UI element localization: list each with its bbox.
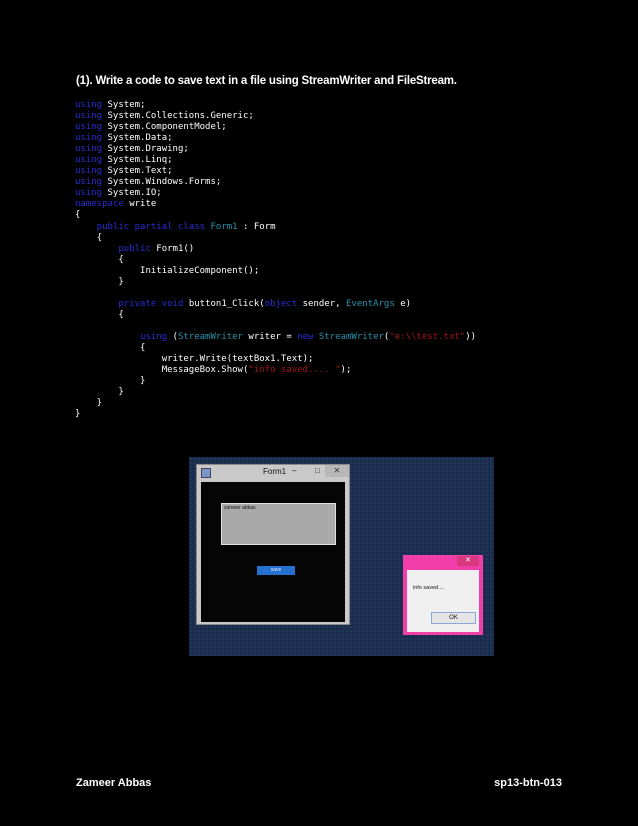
init-call: InitializeComponent();	[140, 265, 260, 276]
kw-using: using	[75, 166, 103, 177]
page-heading: (1). Write a code to save text in a file…	[76, 75, 457, 87]
param-sender: sender,	[302, 298, 341, 309]
kw-void: void	[161, 298, 184, 309]
using-line: System;	[107, 100, 146, 110]
path-literal: "e:\\test.txt"	[389, 331, 466, 342]
kw-using: using	[140, 331, 168, 342]
using-line: System.Windows.Forms;	[107, 177, 222, 188]
kw-public: public	[118, 243, 151, 254]
msg-literal: "info saved.... "	[248, 365, 341, 376]
kw-using: using	[75, 133, 103, 144]
kw-partial: partial	[134, 221, 173, 232]
kw-using: using	[75, 188, 103, 199]
kw-using: using	[75, 100, 103, 110]
save-button[interactable]: save	[257, 566, 295, 575]
write-call: writer.Write(textBox1.Text);	[161, 354, 314, 365]
using-line: System.IO;	[107, 188, 162, 199]
message-text: info saved....	[413, 585, 445, 591]
footer-author: Zameer Abbas	[76, 777, 152, 789]
kw-using: using	[75, 122, 103, 133]
using-line: System.Drawing;	[107, 144, 189, 155]
kw-using: using	[75, 144, 103, 155]
base-class: Form	[253, 221, 276, 232]
kw-new: new	[297, 331, 314, 342]
kw-class: class	[177, 221, 206, 232]
writer-decl: writer =	[248, 331, 292, 342]
param-e: e)	[400, 298, 412, 309]
message-box-body: info saved.... OK	[407, 570, 479, 632]
using-line: System.Collections.Generic;	[107, 111, 254, 122]
form1-titlebar: Form1 – □ ✕	[197, 465, 349, 481]
kw-using: using	[75, 111, 103, 122]
footer-id: sp13-btn-013	[494, 777, 562, 789]
close-icon[interactable]: ✕	[457, 556, 479, 566]
maximize-icon[interactable]: □	[315, 466, 320, 475]
kw-private: private	[118, 298, 157, 309]
type-streamwriter: StreamWriter	[177, 331, 243, 342]
kw-object: object	[264, 298, 298, 309]
form1-window: Form1 – □ ✕ zameer abbas save	[196, 464, 350, 625]
using-line: System.ComponentModel;	[107, 122, 227, 133]
close-paren: );	[340, 365, 352, 376]
ok-button[interactable]: OK	[431, 612, 476, 624]
class-name: Form1	[210, 221, 238, 232]
ctor-decl: Form1()	[156, 243, 195, 254]
using-line: System.Data;	[107, 133, 173, 144]
using-line: System.Linq;	[107, 155, 173, 166]
kw-namespace: namespace	[75, 199, 124, 210]
namespace-name: write	[129, 199, 157, 210]
form1-client-area: zameer abbas save	[201, 482, 345, 622]
kw-public: public	[96, 221, 130, 232]
using-line: System.Text;	[107, 166, 173, 177]
window-title: Form1	[263, 467, 287, 476]
close-icon[interactable]: ✕	[325, 465, 349, 477]
type-eventargs: EventArgs	[345, 298, 395, 309]
app-icon	[201, 468, 211, 478]
app-screenshot: Form1 – □ ✕ zameer abbas save ✕ info sav…	[189, 457, 494, 656]
method-name: button1_Click(	[188, 298, 265, 309]
minimize-icon[interactable]: –	[292, 466, 296, 475]
msgbox-call: MessageBox.Show(	[161, 365, 249, 376]
type-streamwriter: StreamWriter	[318, 331, 384, 342]
message-box: ✕ info saved.... OK	[403, 555, 483, 635]
kw-using: using	[75, 155, 103, 166]
code-block: using System; using System.Collections.G…	[75, 100, 477, 420]
text-input[interactable]: zameer abbas	[221, 503, 336, 545]
kw-using: using	[75, 177, 103, 188]
